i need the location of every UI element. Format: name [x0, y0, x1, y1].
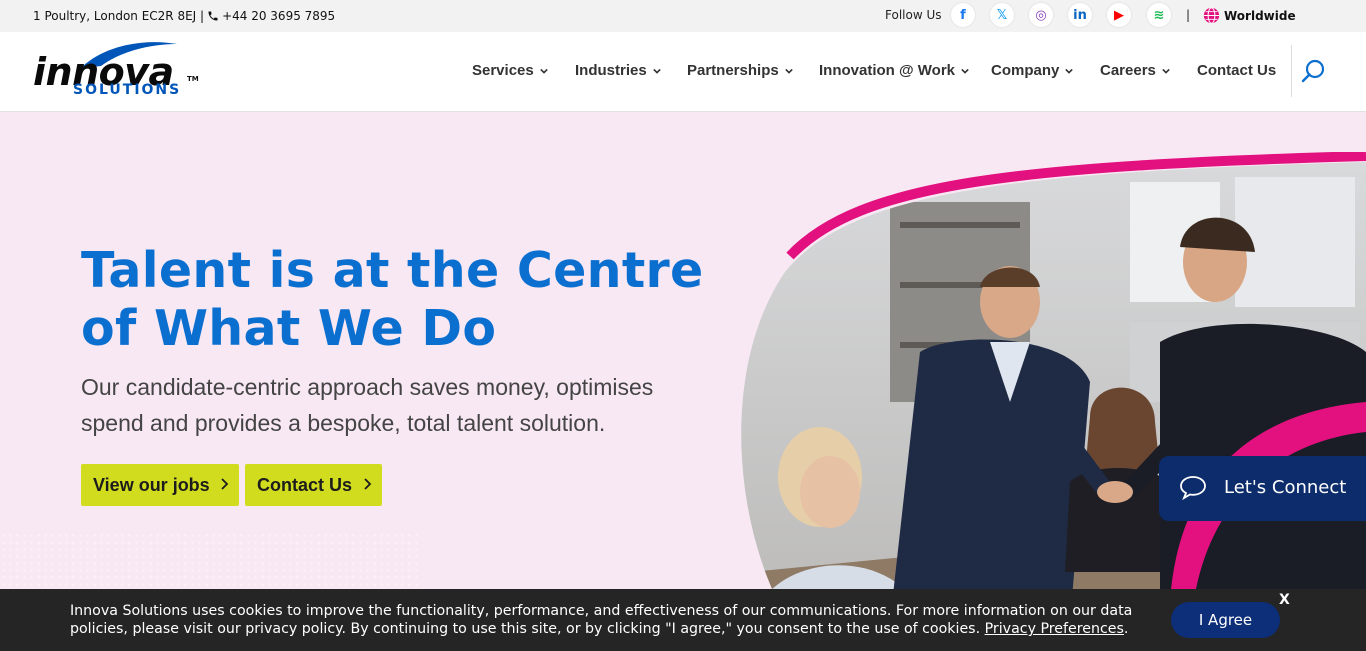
hero-photo — [741, 152, 1366, 651]
nav-label: Services — [472, 62, 534, 79]
chat-label: Let's Connect — [1224, 477, 1347, 498]
nav-careers[interactable]: Careers — [1100, 62, 1170, 79]
logo-subtitle: SOLUTIONS — [73, 82, 182, 98]
top-bar: 1 Poultry, London EC2R 8EJ | +44 20 3695… — [0, 0, 1366, 32]
separator: | — [1186, 8, 1191, 22]
privacy-preferences-link[interactable]: Privacy Preferences — [985, 621, 1124, 637]
chevron-down-icon — [1162, 68, 1170, 74]
chevron-down-icon — [784, 68, 793, 74]
close-icon[interactable]: X — [1279, 592, 1290, 608]
cookie-text: Innova Solutions uses cookies to improve… — [70, 603, 1133, 637]
contact-us-button[interactable]: Contact Us — [245, 464, 382, 506]
nav-services[interactable]: Services — [472, 62, 548, 79]
nav-label: Innovation @ Work — [819, 62, 956, 79]
nav-label: Company — [991, 62, 1060, 79]
chevron-down-icon — [652, 68, 661, 74]
view-jobs-button[interactable]: View our jobs — [81, 464, 239, 506]
follow-us-label: Follow Us — [885, 8, 942, 22]
innova-logo[interactable]: innova TM SOLUTIONS — [33, 40, 199, 102]
search-icon[interactable] — [1301, 58, 1327, 84]
spotify-icon[interactable]: ≋ — [1147, 3, 1171, 27]
facebook-icon[interactable]: f — [951, 3, 975, 27]
cookie-banner: Innova Solutions uses cookies to improve… — [0, 589, 1366, 651]
youtube-icon[interactable]: ▶ — [1107, 3, 1131, 27]
nav-innovation-at-work[interactable]: Innovation @ Work — [819, 62, 969, 79]
globe-icon — [1203, 7, 1220, 24]
hero-title: Talent is at the Centre of What We Do — [81, 242, 704, 357]
site-header: innova TM SOLUTIONS Services Industries … — [0, 32, 1366, 112]
phone-icon — [208, 11, 218, 21]
region-selector[interactable]: Worldwide — [1203, 7, 1296, 24]
hero-section: Talent is at the Centre of What We Do Ou… — [0, 112, 1366, 651]
region-label: Worldwide — [1224, 8, 1296, 23]
x-twitter-icon[interactable]: 𝕏 — [990, 3, 1014, 27]
chevron-down-icon — [1065, 68, 1074, 74]
cookie-trailing: . — [1123, 621, 1129, 637]
nav-divider — [1291, 45, 1292, 97]
address-text: 1 Poultry, London EC2R 8EJ | — [33, 9, 205, 23]
nav-label: Careers — [1100, 62, 1156, 79]
chevron-right-icon — [221, 478, 229, 490]
nav-label: Partnerships — [687, 62, 779, 79]
button-label: Contact Us — [257, 474, 353, 495]
nav-label: Industries — [575, 62, 647, 79]
contact-info: 1 Poultry, London EC2R 8EJ | +44 20 3695… — [33, 9, 335, 23]
chevron-right-icon — [364, 478, 372, 490]
logo-trademark: TM — [187, 75, 199, 83]
nav-partnerships[interactable]: Partnerships — [687, 62, 793, 79]
nav-contact-us[interactable]: Contact Us — [1197, 62, 1276, 79]
chevron-down-icon — [961, 68, 969, 74]
instagram-icon[interactable]: ◎ — [1029, 3, 1053, 27]
nav-company[interactable]: Company — [991, 62, 1074, 79]
chat-bubble-icon — [1180, 476, 1206, 500]
cookie-message: Innova Solutions uses cookies to improve… — [70, 602, 1150, 638]
hero-subtitle: Our candidate-centric approach saves mon… — [81, 374, 654, 436]
nav-industries[interactable]: Industries — [575, 62, 661, 79]
linkedin-icon[interactable]: in — [1068, 3, 1092, 27]
i-agree-button[interactable]: I Agree — [1171, 602, 1280, 638]
lets-connect-chat-button[interactable]: Let's Connect — [1159, 456, 1366, 521]
nav-label: Contact Us — [1197, 62, 1277, 79]
phone-link[interactable]: +44 20 3695 7895 — [222, 9, 335, 23]
button-label: View our jobs — [93, 474, 210, 495]
chevron-down-icon — [539, 68, 548, 74]
